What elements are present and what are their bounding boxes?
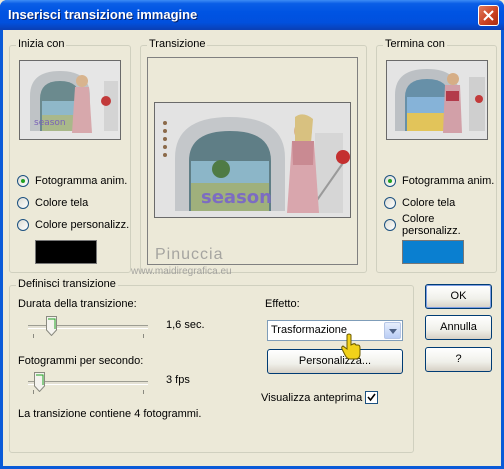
end-radio-canvas[interactable]: Colore tela [384,196,455,210]
transition-preview-image: season [154,102,351,218]
preview-checkbox[interactable] [365,391,378,404]
end-radio-frame-label: Fotogramma anim. [402,175,495,187]
start-radio-frame-label: Fotogramma anim. [35,175,128,187]
fps-tick [143,390,144,394]
start-radio-custom-label: Colore personalizz. [35,219,130,231]
radio-indicator [384,219,396,231]
start-group: Inizia con season Fotogramma anim. Color… [9,38,131,273]
duration-slider-thumb[interactable] [46,316,57,336]
start-group-label: Inizia con [16,38,67,50]
fps-slider-thumb[interactable] [34,372,45,392]
checkmark-icon [367,393,376,402]
end-radio-custom[interactable]: Colore personalizz. [384,213,496,237]
transition-group-label: Transizione [147,38,208,50]
title-bar[interactable]: Inserisci transizione immagine [0,0,504,30]
dialog-window: Inserisci transizione immagine Inizia co… [0,0,504,469]
duration-tick [143,334,144,338]
hand-cursor-icon [341,333,361,360]
watermark-name: Pinuccia [155,246,224,263]
radio-indicator [17,175,29,187]
preview-check-label: Visualizza anteprima [261,392,363,404]
help-button[interactable]: ? [425,347,492,372]
end-radio-canvas-label: Colore tela [402,197,456,209]
end-radio-custom-label: Colore personalizz. [401,213,461,237]
duration-value: 1,6 sec. [166,319,205,331]
end-group-label: Termina con [383,38,447,50]
start-radio-frame[interactable]: Fotogramma anim. [17,174,127,188]
duration-label: Durata della transizione: [18,298,137,310]
chevron-down-icon[interactable] [384,322,401,339]
radio-indicator [384,197,396,209]
ok-button[interactable]: OK [425,284,492,309]
end-custom-color-swatch[interactable] [402,240,464,264]
end-group: Termina con Fotogramma anim. Colore tela… [376,38,497,273]
define-group-label: Definisci transizione [16,278,118,290]
close-button[interactable] [478,5,499,26]
fps-label: Fotogrammi per secondo: [18,355,144,367]
effect-select[interactable]: Trasformazione [267,320,403,341]
start-radio-custom[interactable]: Colore personalizz. [17,218,129,232]
close-icon [483,10,494,21]
transition-preview-frame: season [147,57,358,265]
define-group: Definisci transizione Durata della trans… [9,278,414,453]
start-thumb-text: season [34,118,66,128]
fps-tick [33,390,34,394]
dialog-client: Inizia con season Fotogramma anim. Color… [3,30,501,466]
end-frame-thumbnail [386,60,488,140]
radio-indicator [17,197,29,209]
effect-select-value: Trasformazione [271,324,348,336]
frames-info: La transizione contiene 4 fotogrammi. [18,408,202,420]
start-frame-thumbnail: season [19,60,121,140]
customize-button[interactable]: Personalizza... [267,349,403,374]
duration-tick [33,334,34,338]
fps-slider-track [28,381,148,385]
fps-value: 3 fps [166,374,190,386]
cancel-button[interactable]: Annulla [425,315,492,340]
radio-indicator [17,219,29,231]
effect-label: Effetto: [265,298,300,310]
radio-indicator [384,175,396,187]
transition-group: Transizione season [140,38,367,273]
watermark-url: www.maidiregrafica.eu [131,266,232,277]
end-radio-frame[interactable]: Fotogramma anim. [384,174,494,188]
start-radio-canvas-label: Colore tela [35,197,89,209]
start-radio-canvas[interactable]: Colore tela [17,196,88,210]
window-title: Inserisci transizione immagine [8,7,198,22]
start-custom-color-swatch[interactable] [35,240,97,264]
transition-preview-text: season [201,187,272,208]
